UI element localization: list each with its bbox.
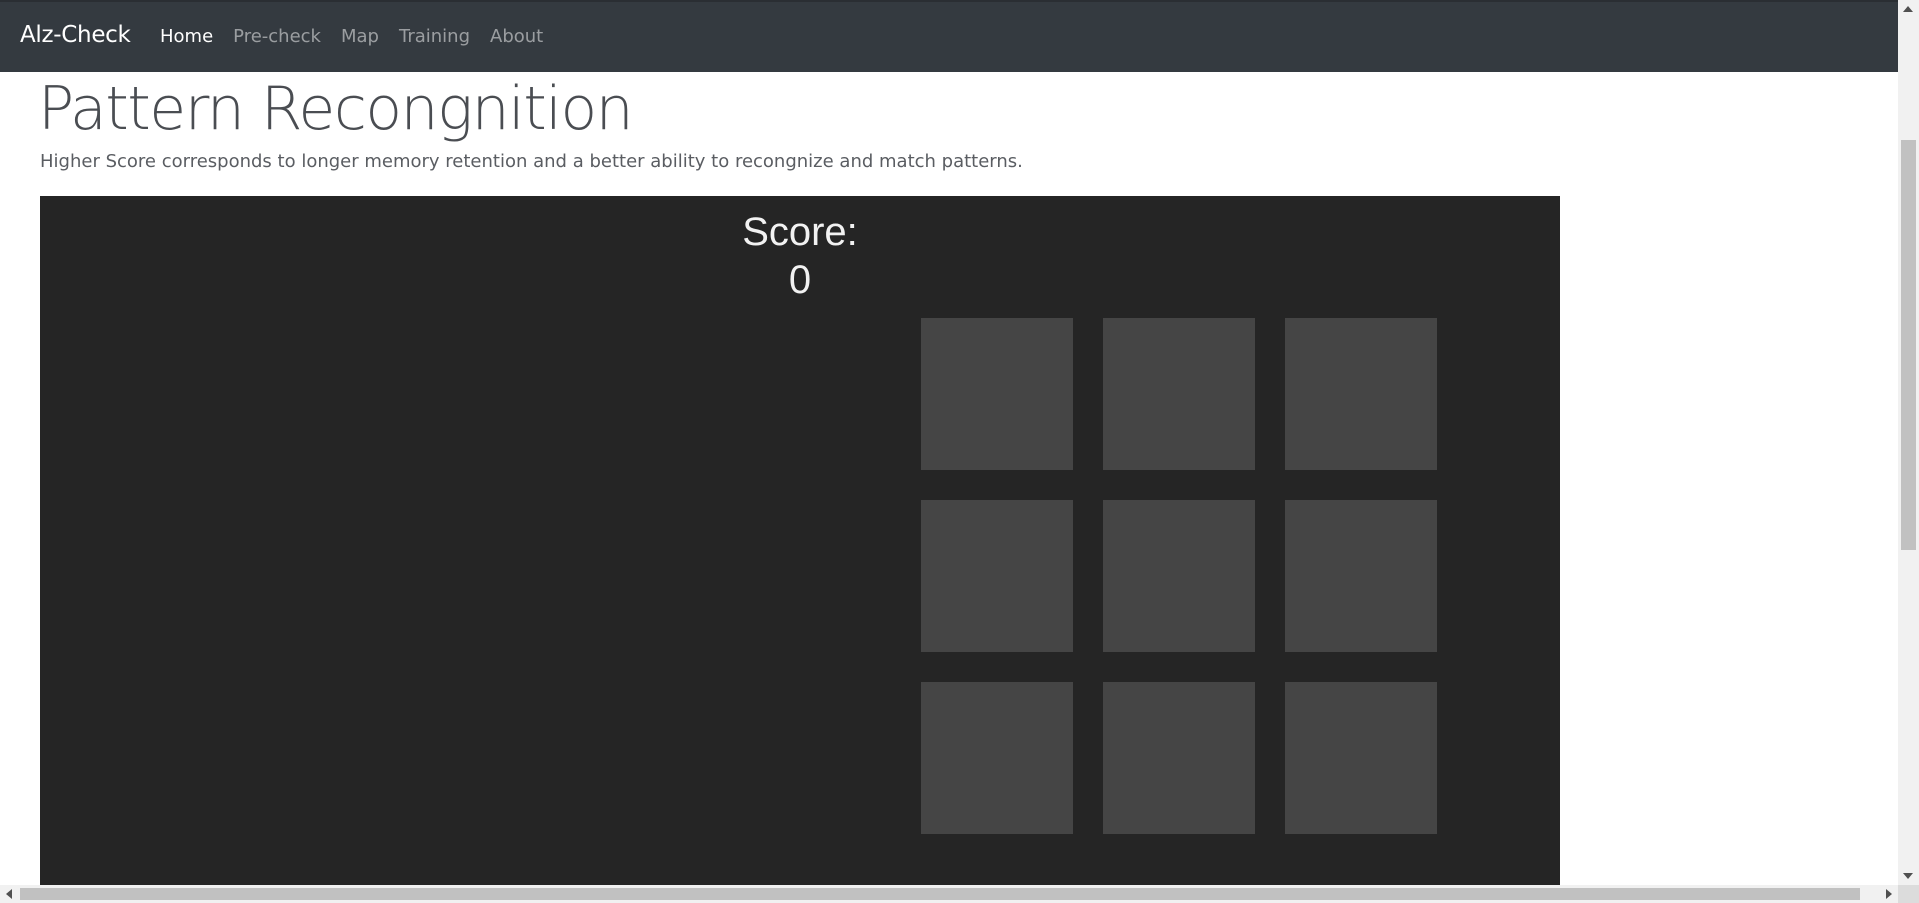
score-value: 0 — [788, 258, 812, 302]
vertical-scrollbar[interactable] — [1898, 0, 1919, 885]
scroll-down-icon[interactable] — [1903, 873, 1913, 879]
nav-link-home[interactable]: Home — [160, 26, 213, 47]
pattern-tile-1[interactable] — [921, 318, 1073, 470]
score-label: Score: — [742, 210, 858, 254]
game-canvas[interactable]: Score: 0 — [40, 196, 1560, 885]
score-display: Score: 0 — [720, 208, 880, 304]
navbar-brand[interactable]: Alz-Check — [20, 22, 131, 48]
browser-viewport: Alz-Check Home Pre-check Map Training Ab… — [0, 0, 1898, 885]
vertical-scroll-thumb[interactable] — [1901, 140, 1916, 550]
nav-link-map[interactable]: Map — [341, 26, 379, 47]
pattern-tile-4[interactable] — [921, 500, 1073, 652]
navbar: Alz-Check Home Pre-check Map Training Ab… — [0, 0, 1898, 72]
scrollbar-corner — [1898, 885, 1919, 903]
pattern-tile-2[interactable] — [1103, 318, 1255, 470]
pattern-tile-3[interactable] — [1285, 318, 1437, 470]
nav-link-pre-check[interactable]: Pre-check — [233, 26, 321, 47]
scroll-left-icon[interactable] — [6, 889, 12, 899]
scroll-right-icon[interactable] — [1886, 889, 1892, 899]
nav-link-training[interactable]: Training — [399, 26, 470, 47]
pattern-tile-7[interactable] — [921, 682, 1073, 834]
nav-links: Home Pre-check Map Training About — [160, 26, 563, 47]
pattern-tile-9[interactable] — [1285, 682, 1437, 834]
scroll-up-icon[interactable] — [1903, 6, 1913, 12]
page-subtitle: Higher Score corresponds to longer memor… — [40, 151, 1023, 172]
nav-link-about[interactable]: About — [490, 26, 543, 47]
pattern-tile-8[interactable] — [1103, 682, 1255, 834]
pattern-tile-6[interactable] — [1285, 500, 1437, 652]
page-title: Pattern Recongnition — [38, 74, 634, 144]
horizontal-scroll-thumb[interactable] — [20, 888, 1860, 900]
horizontal-scrollbar[interactable] — [0, 885, 1898, 903]
pattern-tile-5[interactable] — [1103, 500, 1255, 652]
